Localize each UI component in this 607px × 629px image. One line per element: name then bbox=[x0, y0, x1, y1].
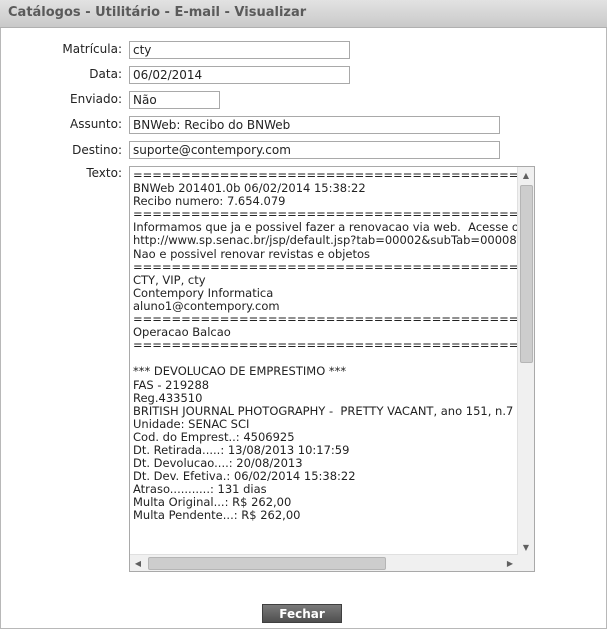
texto-line: *** DEVOLUCAO DE EMPRESTIMO *** bbox=[133, 364, 347, 379]
texto-line: ========================================… bbox=[133, 338, 518, 353]
texto-line: CTY, VIP, cty bbox=[133, 272, 206, 287]
texto-line: Nao e possivel renovar revistas e objeto… bbox=[133, 246, 371, 261]
matricula-label: Matrícula: bbox=[62, 42, 122, 56]
texto-line: Cod. do Emprest..: 4506925 bbox=[133, 429, 295, 444]
horizontal-scrollbar[interactable]: ◀ ▶ bbox=[130, 554, 518, 571]
texto-line: Unidade: SENAC SCI bbox=[133, 416, 250, 431]
texto-line: Reg.433510 bbox=[133, 390, 203, 405]
close-button[interactable]: Fechar bbox=[262, 604, 342, 623]
horizontal-scroll-thumb[interactable] bbox=[148, 557, 386, 570]
destino-field[interactable]: suporte@contempory.com bbox=[129, 141, 500, 159]
texto-line: http://www.sp.senac.br/jsp/default.jsp?t… bbox=[133, 233, 517, 248]
texto-line: ========================================… bbox=[133, 259, 518, 274]
data-label: Data: bbox=[89, 67, 122, 81]
triangle-down-icon[interactable]: ▼ bbox=[518, 539, 534, 555]
data-field[interactable]: 06/02/2014 bbox=[129, 66, 350, 84]
vertical-scrollbar[interactable]: ▲ ▼ bbox=[517, 167, 534, 555]
assunto-label: Assunto: bbox=[69, 117, 122, 131]
triangle-up-icon[interactable]: ▲ bbox=[518, 167, 534, 183]
vertical-scroll-thumb[interactable] bbox=[520, 185, 533, 363]
texto-line: BRITISH JOURNAL PHOTOGRAPHY - PRETTY VAC… bbox=[133, 403, 514, 418]
texto-line: Contempory Informatica bbox=[133, 285, 274, 300]
page-title: Catálogos - Utilitário - E-mail - Visual… bbox=[8, 5, 307, 20]
texto-line: Multa Pendente...: R$ 262,00 bbox=[133, 508, 301, 523]
texto-line: FAS - 219288 bbox=[133, 377, 210, 392]
texto-textarea[interactable]: ========================================… bbox=[129, 166, 535, 572]
scrollbar-corner bbox=[518, 555, 534, 571]
triangle-left-icon[interactable]: ◀ bbox=[130, 555, 146, 571]
enviado-label: Enviado: bbox=[70, 92, 122, 106]
assunto-field[interactable]: BNWeb: Recibo do BNWeb bbox=[129, 116, 500, 134]
texto-content[interactable]: ========================================… bbox=[133, 169, 518, 555]
triangle-right-icon[interactable]: ▶ bbox=[502, 555, 518, 571]
enviado-field[interactable]: Não bbox=[129, 91, 220, 109]
matricula-field[interactable]: cty bbox=[129, 41, 350, 59]
texto-label: Texto: bbox=[86, 166, 122, 180]
title-bar: Catálogos - Utilitário - E-mail - Visual… bbox=[0, 0, 607, 28]
destino-label: Destino: bbox=[72, 143, 122, 157]
